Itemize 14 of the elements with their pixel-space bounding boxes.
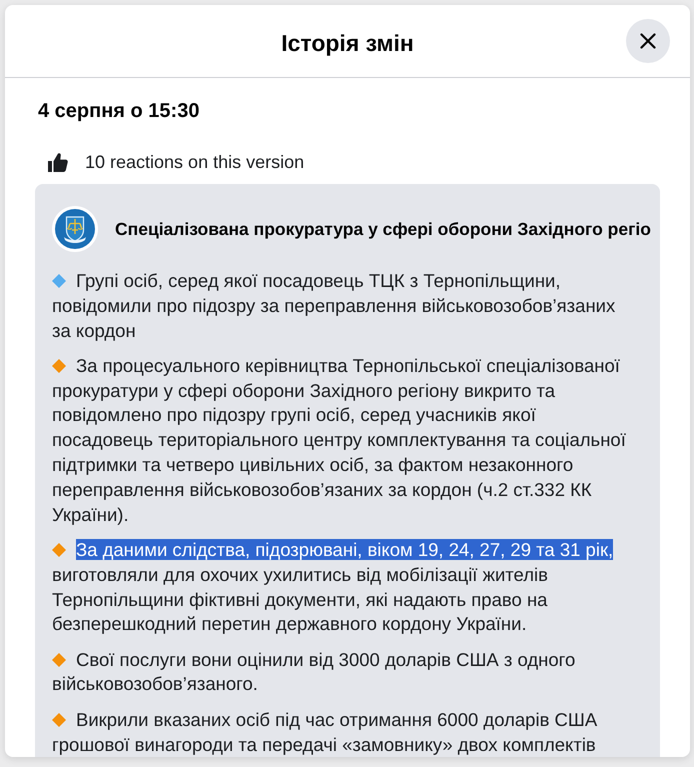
post-paragraph: За даними слідства, підозрювані, віком 19, 24, 27, 29 та 31 рік, виготовляли для охочих ухилитись від мобілізації жителів Тернопільщини фіктивні документи, які надають право на безперешкодний перетин державного кордону України. [52,538,614,636]
author-name: Спеціалізована прокуратура у сфері оборони Західного регіо [115,218,651,240]
version-date: 4 серпня о 15:30 [38,99,200,123]
shield-emblem-icon [52,206,98,252]
post-paragraph: За процесуального керівництва Тернопільської спеціалізованої прокуратури у сфері оборони Західного регіону викрито та повідомлено про підозру групі осіб, серед учасників якої посадовець територіального центру комплектування та соціальної підтримки та четверо цивільних осіб, за фактом незаконного переправлення військовозобов’язаних за кордон (ч.2 ст.332 КК України). [52,354,627,527]
close-button[interactable] [626,19,670,63]
selected-text: За даними слідства, підозрювані, віком 19, 24, 27, 29 та 31 рік, [76,538,614,560]
reactions-count: 10 reactions on this version [85,152,304,172]
thumbs-up-icon [48,152,68,172]
dialog-title: Історія змін [281,30,414,56]
close-icon [640,33,656,49]
post-paragraph: Свої послуги вони оцінили від 3000 доларів США з одного військовозобов’язаного. [52,648,576,696]
post-paragraph: Викрили вказаних осіб під час отримання 6000 доларів США грошової винагороди та передачі «замовнику» двох комплектів [52,708,598,757]
post-paragraph: Групі осіб, серед якої посадовець ТЦК з Тернопільщини, повідомили про підозру за переправлення військовозобов’язаних за кордон [52,269,616,343]
